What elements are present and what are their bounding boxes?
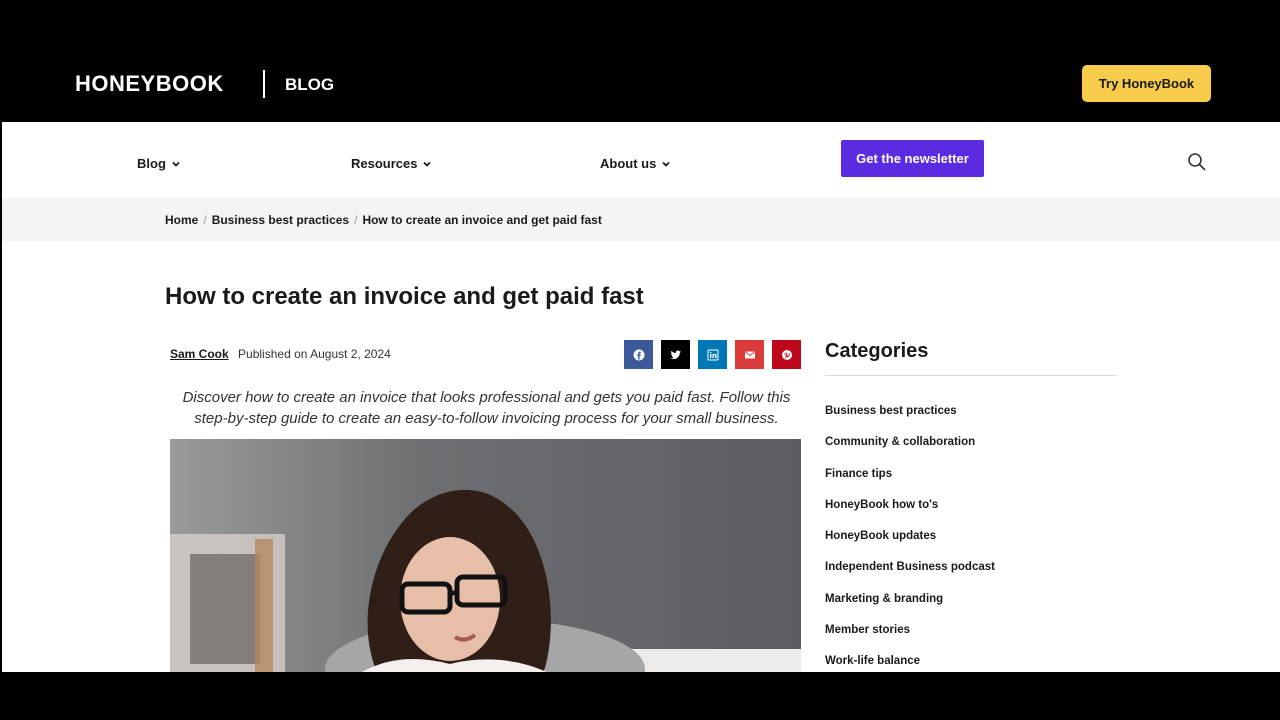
try-honeybook-button[interactable]: Try HoneyBook <box>1082 65 1211 102</box>
site-header: HONEYBOOK BLOG Try HoneyBook <box>2 45 1280 122</box>
nav-item-about-us[interactable]: About us <box>600 156 671 171</box>
woman-with-glasses-photo <box>170 439 801 672</box>
share-email-button[interactable] <box>735 340 764 369</box>
get-newsletter-button[interactable]: Get the newsletter <box>841 140 984 177</box>
category-link[interactable]: Community & collaboration <box>825 436 995 467</box>
main-nav: Blog Resources About us Get the newslett… <box>2 122 1280 198</box>
facebook-icon <box>633 349 644 360</box>
breadcrumb-separator: / <box>354 213 358 227</box>
category-link[interactable]: Independent Business podcast <box>825 561 995 592</box>
article-intro: Discover how to create an invoice that l… <box>182 389 791 427</box>
breadcrumb-category-link[interactable]: Business best practices <box>212 213 349 227</box>
breadcrumb-home-link[interactable]: Home <box>165 213 198 227</box>
breadcrumb-separator: / <box>203 213 207 227</box>
nav-item-label: About us <box>600 156 657 171</box>
twitter-icon <box>670 350 681 359</box>
email-icon <box>744 350 755 358</box>
categories-divider <box>825 375 1117 376</box>
category-link[interactable]: Member stories <box>825 624 995 655</box>
nav-item-resources[interactable]: Resources <box>351 156 432 171</box>
nav-item-blog[interactable]: Blog <box>137 156 181 171</box>
category-link[interactable]: Finance tips <box>825 468 995 499</box>
category-link[interactable]: Business best practices <box>825 405 995 436</box>
category-link[interactable]: HoneyBook updates <box>825 530 995 561</box>
author-link[interactable]: Sam Cook <box>170 347 229 361</box>
chevron-down-icon <box>423 161 432 167</box>
categories-heading: Categories <box>825 340 929 362</box>
share-linkedin-button[interactable] <box>698 340 727 369</box>
honeybook-logo[interactable]: HONEYBOOK <box>75 71 224 97</box>
chevron-down-icon <box>662 161 670 167</box>
category-link[interactable]: Work-life balance <box>825 655 995 672</box>
category-link[interactable]: HoneyBook how to's <box>825 499 995 530</box>
share-pinterest-button[interactable] <box>772 340 801 369</box>
nav-item-label: Blog <box>137 156 166 171</box>
linkedin-icon <box>707 349 718 360</box>
logo-divider <box>263 70 265 98</box>
article-hero-image <box>170 439 801 672</box>
blog-section-label[interactable]: BLOG <box>285 75 334 95</box>
categories-list: Business best practices Community & coll… <box>825 405 995 672</box>
nav-item-label: Resources <box>351 156 418 171</box>
chevron-down-icon <box>172 161 180 167</box>
breadcrumb: Home / Business best practices / How to … <box>165 213 602 227</box>
share-facebook-button[interactable] <box>624 340 653 369</box>
share-twitter-button[interactable] <box>661 340 690 369</box>
browser-page: HONEYBOOK BLOG Try HoneyBook Blog Resour… <box>2 45 1280 672</box>
article-meta: Sam Cook Published on August 2, 2024 <box>170 347 391 361</box>
search-icon[interactable] <box>1187 152 1207 172</box>
pinterest-icon <box>781 349 792 360</box>
breadcrumb-bar: Home / Business best practices / How to … <box>2 198 1280 241</box>
article-title: How to create an invoice and get paid fa… <box>165 283 644 310</box>
publish-date: Published on August 2, 2024 <box>238 347 391 361</box>
breadcrumb-current: How to create an invoice and get paid fa… <box>362 213 602 227</box>
category-link[interactable]: Marketing & branding <box>825 593 995 624</box>
